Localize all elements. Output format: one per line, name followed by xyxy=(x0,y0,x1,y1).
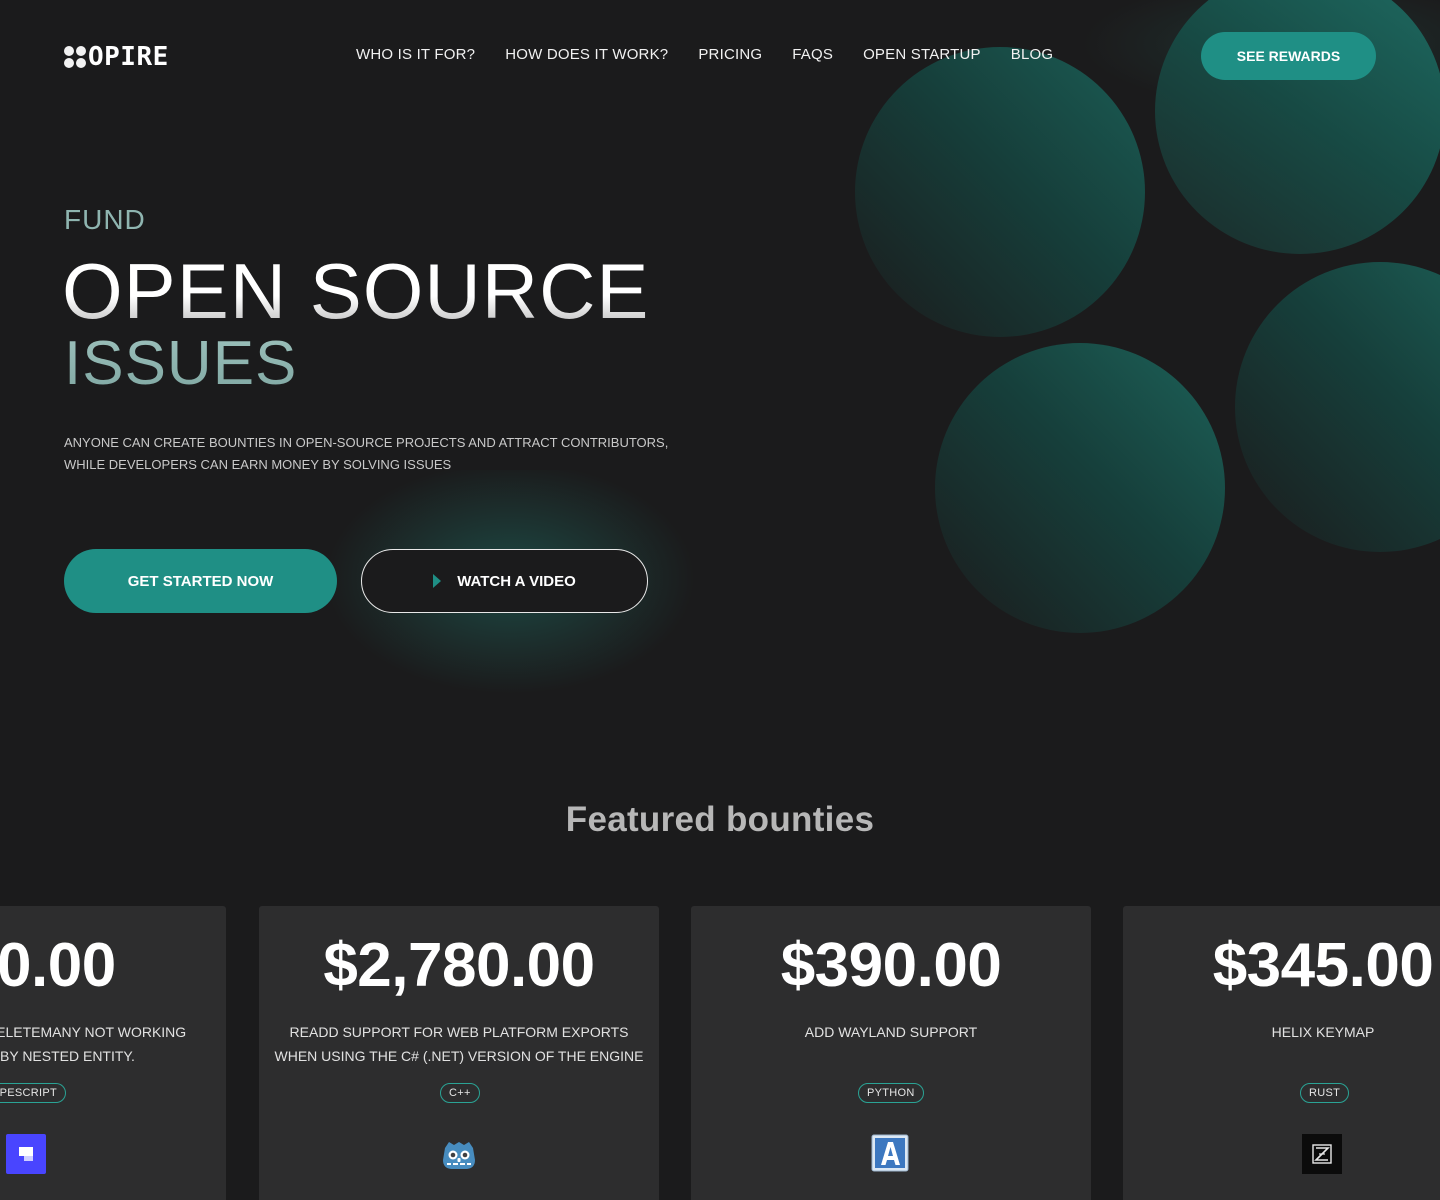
nav-item-blog[interactable]: BLOG xyxy=(1011,46,1053,63)
hero-subtitle: ISSUES xyxy=(64,329,298,398)
see-rewards-button[interactable]: SEE REWARDS xyxy=(1201,32,1376,80)
logo-text: OPIRE xyxy=(88,42,169,72)
nav-item-pricing[interactable]: PRICING xyxy=(698,46,762,63)
bounty-title: HELIX KEYMAP xyxy=(1271,1024,1375,1040)
featured-bounties-title: Featured bounties xyxy=(565,800,875,839)
nav-item-who-is-it-for[interactable]: WHO IS IT FOR? xyxy=(356,46,475,63)
bounty-amount: $345.00 xyxy=(1212,931,1434,1000)
watch-video-label: WATCH A VIDEO xyxy=(457,572,576,590)
landing-page: OPIRE WHO IS IT FOR? HOW DOES IT WORK? P… xyxy=(0,0,1440,1200)
get-started-button[interactable]: GET STARTED NOW xyxy=(64,549,337,613)
bounty-title: DELETEMANY NOT WORKING R BY NESTED ENTIT… xyxy=(0,1020,226,1068)
bounty-title-line: R BY NESTED ENTITY. xyxy=(0,1048,135,1064)
logo[interactable]: OPIRE xyxy=(64,42,169,72)
bounty-amount: $2,780.00 xyxy=(323,931,595,1000)
letter-a-icon xyxy=(871,1134,911,1174)
nav-item-faqs[interactable]: FAQS xyxy=(792,46,833,63)
nav-item-open-startup[interactable]: OPEN STARTUP xyxy=(863,46,981,63)
bounty-amount: $390.00 xyxy=(780,931,1002,1000)
bounty-amount: 0.00 xyxy=(0,931,116,1000)
bounty-card[interactable]: $390.00 ADD WAYLAND SUPPORT PYTHON xyxy=(691,906,1091,1200)
language-tag: PYTHON xyxy=(858,1083,924,1103)
decorative-circle xyxy=(855,47,1145,337)
bounty-title: ADD WAYLAND SUPPORT xyxy=(804,1024,978,1040)
zed-icon xyxy=(1302,1134,1342,1174)
godot-icon xyxy=(439,1134,479,1174)
language-tag: RUST xyxy=(1300,1083,1350,1103)
decorative-circle xyxy=(1235,262,1440,552)
bounty-card[interactable]: 0.00 DELETEMANY NOT WORKING R BY NESTED … xyxy=(0,906,226,1200)
strapi-icon xyxy=(6,1134,46,1174)
watch-video-button[interactable]: WATCH A VIDEO xyxy=(361,549,648,613)
decorative-circle xyxy=(935,343,1225,633)
hero-title: OPEN SOURCE xyxy=(62,247,650,335)
language-tag: C++ xyxy=(440,1083,480,1103)
logo-dots-icon xyxy=(64,46,86,68)
nav-item-how-does-it-work[interactable]: HOW DOES IT WORK? xyxy=(505,46,668,63)
bounty-title: READD SUPPORT FOR WEB PLATFORM EXPORTS W… xyxy=(274,1024,644,1064)
bounty-title-line: DELETEMANY NOT WORKING xyxy=(0,1024,187,1040)
language-tag: YPESCRIPT xyxy=(0,1083,67,1103)
bounty-card[interactable]: $345.00 HELIX KEYMAP RUST xyxy=(1123,906,1440,1200)
play-icon xyxy=(433,574,442,588)
bounty-card[interactable]: $2,780.00 READD SUPPORT FOR WEB PLATFORM… xyxy=(259,906,659,1200)
main-nav: WHO IS IT FOR? HOW DOES IT WORK? PRICING… xyxy=(356,46,1053,63)
hero-kicker: FUND xyxy=(64,204,146,235)
